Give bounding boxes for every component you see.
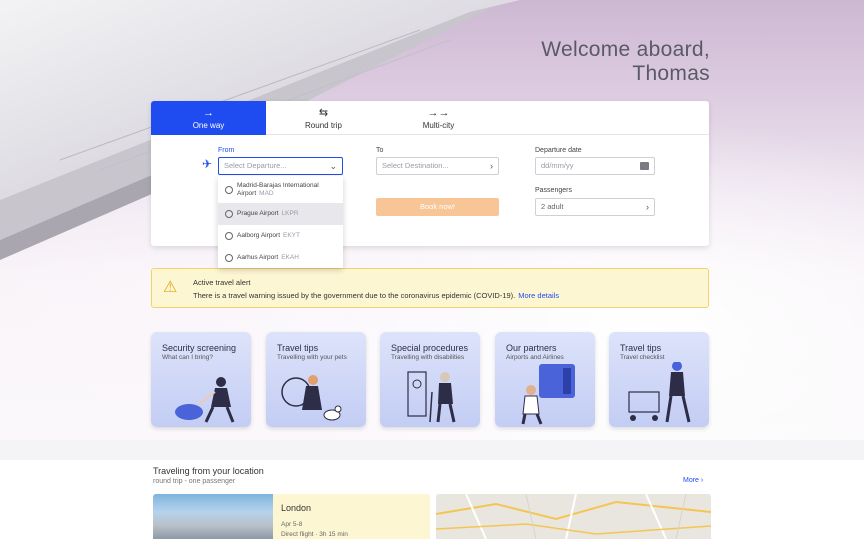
map-image xyxy=(436,494,711,539)
city-skyline-image xyxy=(153,494,273,539)
date-placeholder: dd/mm/yy xyxy=(541,161,574,170)
welcome-heading: Welcome aboard, Thomas xyxy=(541,38,710,86)
welcome-line1: Welcome aboard, xyxy=(541,38,710,61)
history-icon xyxy=(225,232,233,240)
more-details-link[interactable]: More details xyxy=(518,291,559,300)
checklist-illustration xyxy=(628,362,691,423)
destination-dates: Apr 5-8 xyxy=(281,521,303,528)
option-code: EKYT xyxy=(283,232,300,239)
tile-title: Security screening xyxy=(162,343,237,353)
destination-card[interactable]: London Apr 5-8 Direct flight · 3h 15 min xyxy=(153,494,430,539)
dropdown-option-madrid[interactable]: Madrid-Barajas International Airport MAD xyxy=(218,176,343,203)
tile-travel-tips-pets[interactable]: Travel tips Travelling with your pets xyxy=(266,332,366,427)
section-subtitle: round trip - one passenger xyxy=(153,478,236,485)
book-now-button[interactable]: Book now! xyxy=(376,198,499,216)
departure-date-input[interactable]: dd/mm/yy xyxy=(535,157,655,175)
chevron-right-icon: › xyxy=(646,202,649,212)
to-label: To xyxy=(376,147,384,154)
dropdown-option-prague[interactable]: Prague Airport LKPR xyxy=(218,203,343,225)
location-section: Traveling from your location round trip … xyxy=(0,460,864,539)
tile-subtitle: Travelling with your pets xyxy=(277,354,347,361)
calendar-icon[interactable] xyxy=(640,162,649,170)
partners-illustration xyxy=(521,364,575,425)
map-view[interactable] xyxy=(436,494,711,539)
option-name: Prague Airport xyxy=(237,210,279,217)
tile-subtitle: Airports and Airlines xyxy=(506,354,564,361)
welcome-user-name: Thomas xyxy=(632,62,710,85)
departure-date-label: Departure date xyxy=(535,147,582,154)
tab-multi-city[interactable]: →→ Multi-city xyxy=(381,101,496,135)
plane-icon: ✈ xyxy=(202,157,213,171)
alert-text: There is a travel warning issued by the … xyxy=(193,291,516,300)
chevron-down-icon: ⌄ xyxy=(329,161,337,171)
tile-subtitle: What can I bring? xyxy=(162,354,213,361)
pets-illustration xyxy=(281,375,342,421)
option-code: LKPR xyxy=(281,210,299,217)
passengers-value: 2 adult xyxy=(541,202,564,211)
tile-title: Special procedures xyxy=(391,343,469,353)
travel-alert-banner: ⚠ Active travel alert There is a travel … xyxy=(151,268,709,308)
section-title: Traveling from your location xyxy=(153,466,264,476)
more-link[interactable]: More › xyxy=(683,477,703,484)
tile-special-procedures[interactable]: Special procedures Travelling with disab… xyxy=(380,332,480,427)
disabilities-illustration xyxy=(407,371,456,423)
option-code: EKAH xyxy=(281,254,299,261)
tile-security-screening[interactable]: Security screening What can I bring? xyxy=(151,332,251,427)
history-icon xyxy=(225,254,233,262)
tile-title: Our partners xyxy=(506,343,557,353)
from-label: From xyxy=(218,147,235,154)
option-name: Aalborg Airport xyxy=(237,232,280,239)
departure-dropdown: Madrid-Barajas International Airport MAD … xyxy=(218,176,343,268)
history-icon xyxy=(225,210,233,218)
trip-type-tabs: → One way ⇆ Round trip →→ Multi-city xyxy=(151,101,709,135)
chevron-right-icon: › xyxy=(490,161,493,171)
tile-our-partners[interactable]: Our partners Airports and Airlines xyxy=(495,332,595,427)
option-text: Madrid-Barajas International Airport MAD xyxy=(237,182,319,198)
security-illustration xyxy=(175,377,235,423)
double-arrow-icon: →→ xyxy=(427,107,450,119)
destination-select[interactable]: Select Destination... › xyxy=(376,157,499,175)
tab-label: Round trip xyxy=(305,121,342,130)
tab-one-way[interactable]: → One way xyxy=(151,101,266,135)
tab-label: Multi-city xyxy=(422,121,455,130)
alert-message: There is a travel warning issued by the … xyxy=(193,291,559,300)
history-icon xyxy=(225,185,233,194)
departure-placeholder: Select Departure... xyxy=(224,161,287,170)
passengers-select[interactable]: 2 adult › xyxy=(535,198,655,216)
tile-title: Travel tips xyxy=(277,343,319,353)
tab-round-trip[interactable]: ⇆ Round trip xyxy=(266,101,381,135)
option-code: MAD xyxy=(259,189,274,197)
swap-arrows-icon: ⇆ xyxy=(318,107,329,119)
destination-placeholder: Select Destination... xyxy=(382,161,449,170)
tile-subtitle: Travel checklist xyxy=(620,354,665,361)
tab-label: One way xyxy=(192,121,225,130)
option-name-line2: Airport xyxy=(237,189,257,197)
option-name: Madrid-Barajas International xyxy=(237,181,319,189)
tile-subtitle: Travelling with disabilities xyxy=(391,354,465,361)
option-name: Aarhus Airport xyxy=(237,254,279,261)
flight-info: Direct flight · 3h 15 min xyxy=(281,531,348,538)
destination-name: London xyxy=(281,503,312,513)
passengers-label: Passengers xyxy=(535,187,572,194)
dropdown-option-aalborg[interactable]: Aalborg Airport EKYT xyxy=(218,225,343,247)
arrow-right-icon: → xyxy=(203,107,214,119)
tile-travel-checklist[interactable]: Travel tips Travel checklist xyxy=(609,332,709,427)
dropdown-option-aarhus[interactable]: Aarhus Airport EKAH xyxy=(218,247,343,269)
alert-title: Active travel alert xyxy=(193,278,251,287)
departure-select[interactable]: Select Departure... ⌄ xyxy=(218,157,343,175)
warning-icon: ⚠ xyxy=(163,279,178,296)
tile-title: Travel tips xyxy=(620,343,662,353)
